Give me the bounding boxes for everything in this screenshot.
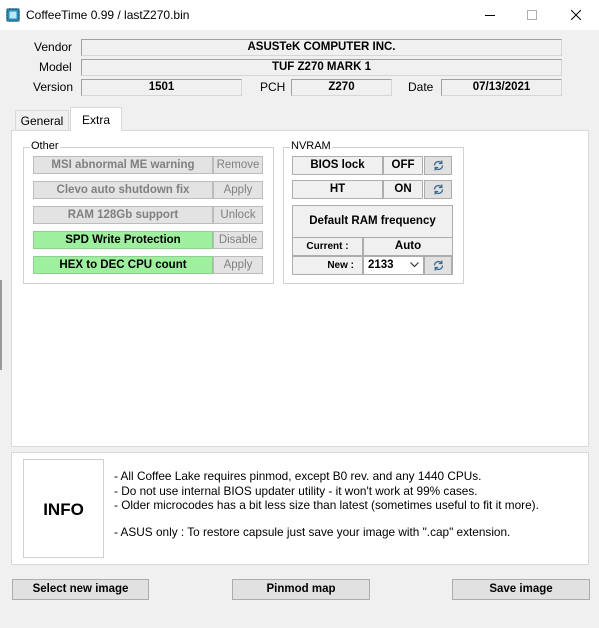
msi-me-warning-remove-button[interactable]: Remove [213, 156, 263, 174]
hex-to-dec-cpu-count-option: HEX to DEC CPU count [33, 256, 213, 274]
new-frequency-value: 2133 [368, 259, 394, 271]
info-line: - All Coffee Lake requires pinmod, excep… [114, 469, 482, 483]
model-label: Model [39, 60, 72, 74]
coffeetime-app-icon [6, 8, 20, 22]
close-icon [571, 10, 581, 20]
ht-value: ON [383, 180, 423, 199]
minimize-button[interactable] [467, 0, 513, 30]
chevron-down-icon [410, 262, 419, 268]
pch-field: Z270 [291, 79, 392, 96]
refresh-icon [433, 184, 443, 195]
info-line: - ASUS only : To restore capsule just sa… [114, 525, 511, 539]
current-frequency-value: Auto [363, 237, 453, 256]
current-frequency-label: Current : [292, 237, 363, 256]
save-image-button[interactable]: Save image [452, 579, 590, 600]
close-button[interactable] [553, 0, 599, 30]
pch-label: PCH [260, 80, 286, 94]
date-field: 07/13/2021 [441, 79, 562, 96]
info-box: INFO [23, 459, 104, 558]
ht-label: HT [292, 180, 383, 199]
spd-write-protection-option: SPD Write Protection [33, 231, 213, 249]
version-field: 1501 [81, 79, 242, 96]
clevo-shutdown-fix-option: Clevo auto shutdown fix [33, 181, 213, 199]
refresh-icon [433, 260, 443, 271]
msi-me-warning-option: MSI abnormal ME warning [33, 156, 213, 174]
window-title: CoffeeTime 0.99 / lastZ270.bin [26, 8, 190, 22]
ht-toggle-button[interactable] [424, 180, 452, 199]
pinmod-map-button[interactable]: Pinmod map [232, 579, 370, 600]
select-new-image-button[interactable]: Select new image [12, 579, 149, 600]
ram-128gb-unlock-button[interactable]: Unlock [213, 206, 263, 224]
bios-lock-label: BIOS lock [292, 156, 383, 175]
minimize-icon [485, 15, 495, 16]
version-label: Version [33, 80, 74, 94]
clevo-shutdown-fix-apply-button[interactable]: Apply [213, 181, 263, 199]
date-label: Date [408, 80, 434, 94]
tab-extra[interactable]: Extra [70, 107, 122, 131]
ram-128gb-support-option: RAM 128Gb support [33, 206, 213, 224]
nvram-group-title: NVRAM [290, 140, 332, 152]
maximize-icon [527, 10, 537, 20]
new-frequency-select[interactable]: 2133 [363, 256, 424, 275]
vendor-field: ASUSTeK COMPUTER INC. [81, 39, 562, 56]
maximize-button[interactable] [509, 0, 555, 30]
ram-frequency-title: Default RAM frequency [309, 215, 436, 227]
bios-lock-toggle-button[interactable] [424, 156, 452, 175]
window-edge [0, 280, 2, 370]
info-line: - Older microcodes has a bit less size t… [114, 498, 539, 512]
title-bar: CoffeeTime 0.99 / lastZ270.bin [0, 0, 599, 30]
tab-general[interactable]: General [15, 110, 69, 131]
refresh-icon [433, 160, 443, 171]
new-frequency-label: New : [292, 256, 363, 275]
vendor-label: Vendor [34, 40, 73, 54]
bios-lock-value: OFF [383, 156, 423, 175]
ram-frequency-apply-button[interactable] [424, 256, 452, 275]
spd-write-protection-disable-button[interactable]: Disable [213, 231, 263, 249]
model-field: TUF Z270 MARK 1 [81, 59, 562, 76]
other-group-title: Other [30, 140, 60, 152]
info-line: - Do not use internal BIOS updater utili… [114, 484, 478, 498]
hex-to-dec-cpu-count-apply-button[interactable]: Apply [213, 256, 263, 274]
